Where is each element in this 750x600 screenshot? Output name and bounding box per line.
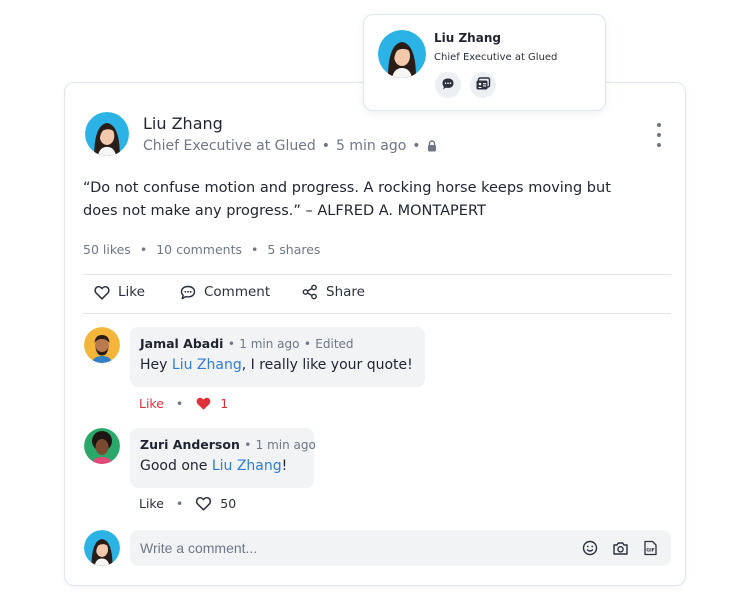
commenter-name[interactable]: Jamal Abadi bbox=[140, 336, 223, 351]
heart-icon bbox=[94, 285, 110, 300]
post-stats: 50 likes • 10 comments • 5 shares bbox=[83, 242, 320, 257]
meta-separator: • bbox=[321, 138, 331, 154]
heart-icon[interactable] bbox=[195, 496, 212, 511]
like-button[interactable]: Like bbox=[94, 284, 145, 300]
comment-text-part: Hey bbox=[140, 357, 172, 373]
likes-count[interactable]: 50 likes bbox=[83, 242, 131, 257]
comment-button[interactable]: Comment bbox=[180, 284, 270, 300]
commenter-name[interactable]: Zuri Anderson bbox=[140, 437, 240, 452]
profile-popover: Liu Zhang Chief Executive at Glued bbox=[363, 14, 606, 111]
author-title: Chief Executive at Glued bbox=[143, 138, 316, 154]
comment-like-count: 50 bbox=[220, 496, 237, 511]
post-time: 5 min ago bbox=[336, 138, 407, 154]
comment-label: Comment bbox=[204, 284, 271, 300]
comment-text: Good one Liu Zhang! bbox=[140, 458, 287, 474]
comment-text-part: , I really like your quote! bbox=[241, 357, 413, 373]
share-icon bbox=[302, 284, 318, 300]
edited-label: Edited bbox=[315, 337, 354, 351]
comment-like-button[interactable]: Like bbox=[139, 396, 164, 411]
comment-time: 1 min ago bbox=[239, 337, 300, 351]
meta-separator: • bbox=[227, 337, 235, 351]
share-button[interactable]: Share bbox=[302, 284, 365, 300]
reaction-separator: • bbox=[175, 496, 184, 511]
comment-like-count: 1 bbox=[220, 396, 229, 411]
comment-reactions: Like • 1 bbox=[139, 396, 228, 411]
mention-link[interactable]: Liu Zhang bbox=[212, 458, 282, 474]
popover-title: Chief Executive at Glued bbox=[434, 52, 558, 63]
post-card: Liu Zhang Chief Executive at Glued • 5 m… bbox=[64, 82, 686, 586]
comments-count[interactable]: 10 comments bbox=[156, 242, 242, 257]
divider bbox=[83, 274, 671, 275]
comment-bubble: Zuri Anderson • 1 min ago Good one Liu Z… bbox=[130, 428, 316, 488]
contact-card-icon bbox=[475, 76, 491, 95]
camera-icon[interactable] bbox=[611, 539, 629, 557]
lock-icon bbox=[427, 140, 437, 152]
comment-reactions: Like • 50 bbox=[139, 496, 236, 511]
author-meta: Chief Executive at Glued • 5 min ago • bbox=[143, 138, 437, 154]
commenter-avatar[interactable] bbox=[84, 428, 120, 464]
divider bbox=[83, 313, 671, 314]
like-label: Like bbox=[118, 284, 145, 300]
more-options-button[interactable] bbox=[653, 123, 665, 147]
share-label: Share bbox=[326, 284, 365, 300]
comment-text: Hey Liu Zhang, I really like your quote! bbox=[140, 357, 413, 373]
post-text: “Do not confuse motion and progress. A r… bbox=[83, 180, 611, 219]
popover-name[interactable]: Liu Zhang bbox=[434, 31, 501, 45]
reaction-separator: • bbox=[175, 396, 184, 411]
current-user-avatar[interactable] bbox=[84, 530, 120, 566]
author-avatar[interactable] bbox=[85, 112, 129, 156]
comment-author: Jamal Abadi • 1 min ago • Edited bbox=[140, 336, 354, 351]
comment-time: 1 min ago bbox=[255, 438, 316, 452]
more-vertical-icon bbox=[657, 123, 661, 127]
stats-separator: • bbox=[139, 242, 148, 257]
meta-separator: • bbox=[303, 337, 311, 351]
gif-icon[interactable]: GIF bbox=[641, 539, 659, 557]
comment-like-button[interactable]: Like bbox=[139, 496, 164, 511]
meta-separator: • bbox=[412, 138, 421, 154]
comment-input[interactable] bbox=[130, 530, 560, 566]
meta-separator: • bbox=[244, 438, 252, 452]
svg-text:GIF: GIF bbox=[646, 548, 655, 554]
popover-avatar[interactable] bbox=[378, 30, 426, 78]
comment-text-part: Good one bbox=[140, 458, 212, 474]
emoji-icon[interactable] bbox=[581, 539, 599, 557]
comment-icon bbox=[180, 285, 196, 300]
message-button[interactable] bbox=[435, 72, 461, 98]
author-name[interactable]: Liu Zhang bbox=[143, 114, 223, 133]
comment-text-part: ! bbox=[281, 458, 288, 474]
comment-composer: GIF bbox=[130, 530, 671, 566]
mention-link[interactable]: Liu Zhang bbox=[172, 357, 242, 373]
shares-count[interactable]: 5 shares bbox=[267, 242, 320, 257]
comment-bubble: Jamal Abadi • 1 min ago • Edited Hey Liu… bbox=[130, 327, 425, 387]
contact-card-button[interactable] bbox=[470, 72, 496, 98]
commenter-avatar[interactable] bbox=[84, 327, 120, 363]
stats-separator: • bbox=[250, 242, 259, 257]
comment-author: Zuri Anderson • 1 min ago bbox=[140, 437, 316, 452]
heart-filled-icon[interactable] bbox=[195, 396, 212, 411]
message-icon bbox=[441, 76, 455, 95]
